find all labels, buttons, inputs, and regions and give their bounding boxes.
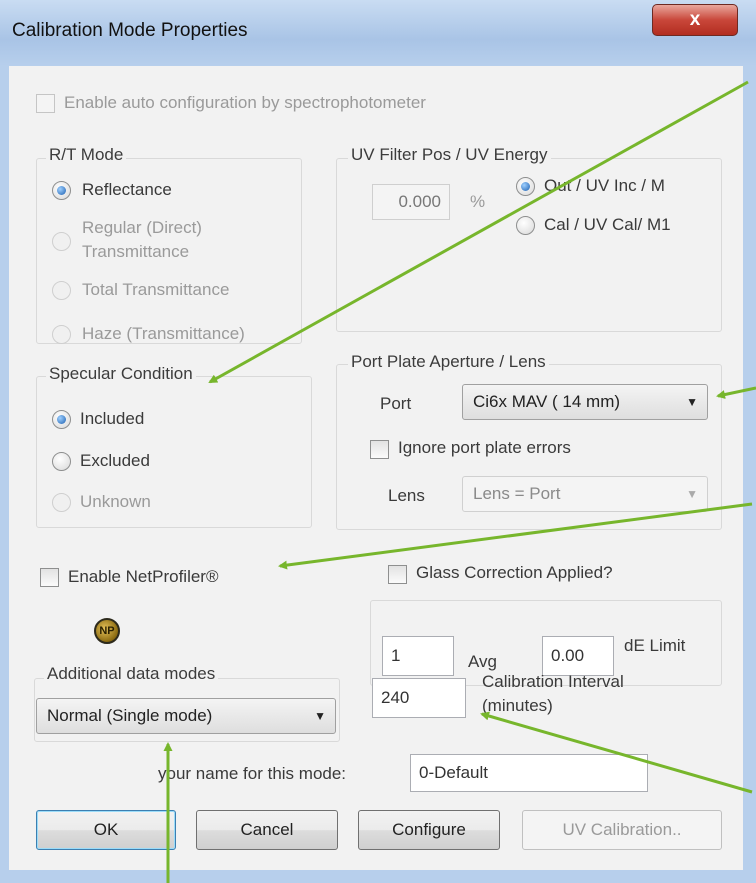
calibration-interval-label: Calibration Interval bbox=[482, 672, 624, 691]
netprofiler-checkbox[interactable] bbox=[40, 568, 59, 587]
specular-condition-group bbox=[36, 376, 312, 528]
uv-cal-label: Cal / UV Cal/ M1 bbox=[544, 215, 671, 234]
avg-count-field[interactable]: 1 bbox=[382, 636, 454, 676]
specular-condition-legend: Specular Condition bbox=[46, 364, 196, 384]
specular-included-radio[interactable] bbox=[52, 410, 71, 429]
specular-excluded-label: Excluded bbox=[80, 451, 150, 470]
uv-out-radio[interactable] bbox=[516, 177, 535, 196]
ignore-port-errors-label: Ignore port plate errors bbox=[398, 438, 571, 457]
regular-transmittance-radio[interactable] bbox=[52, 232, 71, 251]
haze-transmittance-label: Haze (Transmittance) bbox=[82, 324, 245, 343]
ok-button[interactable]: OK bbox=[36, 810, 176, 850]
additional-data-modes-dropdown[interactable]: Normal (Single mode) ▼ bbox=[36, 698, 336, 734]
window-frame-right bbox=[743, 66, 756, 883]
calibration-interval-field[interactable]: 240 bbox=[372, 678, 466, 718]
specular-excluded-radio[interactable] bbox=[52, 452, 71, 471]
lens-dropdown[interactable]: Lens = Port ▼ bbox=[462, 476, 708, 512]
total-transmittance-radio[interactable] bbox=[52, 281, 71, 300]
mode-name-label: your name for this mode: bbox=[158, 764, 347, 783]
calibration-interval-units-label: (minutes) bbox=[482, 696, 553, 715]
lens-dropdown-value: Lens = Port bbox=[473, 484, 561, 503]
glass-correction-checkbox[interactable] bbox=[388, 565, 407, 584]
window-title: Calibration Mode Properties bbox=[12, 20, 248, 41]
rt-mode-legend: R/T Mode bbox=[46, 145, 127, 165]
auto-config-label: Enable auto configuration by spectrophot… bbox=[64, 93, 426, 112]
port-dropdown[interactable]: Ci6x MAV ( 14 mm) ▼ bbox=[462, 384, 708, 420]
additional-data-modes-value: Normal (Single mode) bbox=[47, 706, 213, 725]
configure-button[interactable]: Configure bbox=[358, 810, 500, 850]
specular-included-label: Included bbox=[80, 409, 145, 428]
close-button[interactable]: x bbox=[652, 4, 738, 36]
glass-correction-label: Glass Correction Applied? bbox=[416, 563, 613, 582]
uv-filter-value-field[interactable]: 0.000 bbox=[372, 184, 450, 220]
uv-filter-unit: % bbox=[470, 192, 486, 211]
window-frame-bottom bbox=[0, 870, 756, 883]
port-label: Port bbox=[380, 394, 412, 413]
netprofiler-label: Enable NetProfiler® bbox=[68, 567, 219, 586]
regular-transmittance-label-line2: Transmittance bbox=[82, 242, 190, 261]
chevron-down-icon: ▼ bbox=[314, 709, 326, 723]
port-dropdown-value: Ci6x MAV ( 14 mm) bbox=[473, 392, 621, 411]
reflectance-label: Reflectance bbox=[82, 180, 172, 199]
window-frame-left bbox=[0, 66, 9, 883]
uv-out-label: Out / UV Inc / M bbox=[544, 176, 665, 195]
uv-cal-radio[interactable] bbox=[516, 216, 535, 235]
de-limit-label: dE Limit bbox=[624, 636, 686, 655]
specular-unknown-label: Unknown bbox=[80, 492, 151, 511]
additional-data-modes-label: Additional data modes bbox=[44, 664, 219, 684]
avg-label: Avg bbox=[468, 652, 497, 671]
ignore-port-errors-checkbox[interactable] bbox=[370, 440, 389, 459]
regular-transmittance-label: Regular (Direct) bbox=[82, 218, 202, 237]
reflectance-radio[interactable] bbox=[52, 181, 71, 200]
cancel-button[interactable]: Cancel bbox=[196, 810, 338, 850]
auto-config-checkbox[interactable] bbox=[36, 94, 55, 113]
total-transmittance-label: Total Transmittance bbox=[82, 280, 230, 299]
mode-name-field[interactable]: 0-Default bbox=[410, 754, 648, 792]
port-plate-legend: Port Plate Aperture / Lens bbox=[348, 352, 549, 372]
haze-transmittance-radio[interactable] bbox=[52, 325, 71, 344]
netprofiler-icon: NP bbox=[94, 618, 120, 644]
chevron-down-icon: ▼ bbox=[686, 487, 698, 501]
lens-label: Lens bbox=[388, 486, 425, 505]
chevron-down-icon: ▼ bbox=[686, 395, 698, 409]
de-limit-field[interactable]: 0.00 bbox=[542, 636, 614, 676]
uv-calibration-button[interactable]: UV Calibration.. bbox=[522, 810, 722, 850]
uv-filter-legend: UV Filter Pos / UV Energy bbox=[348, 145, 551, 165]
specular-unknown-radio[interactable] bbox=[52, 493, 71, 512]
